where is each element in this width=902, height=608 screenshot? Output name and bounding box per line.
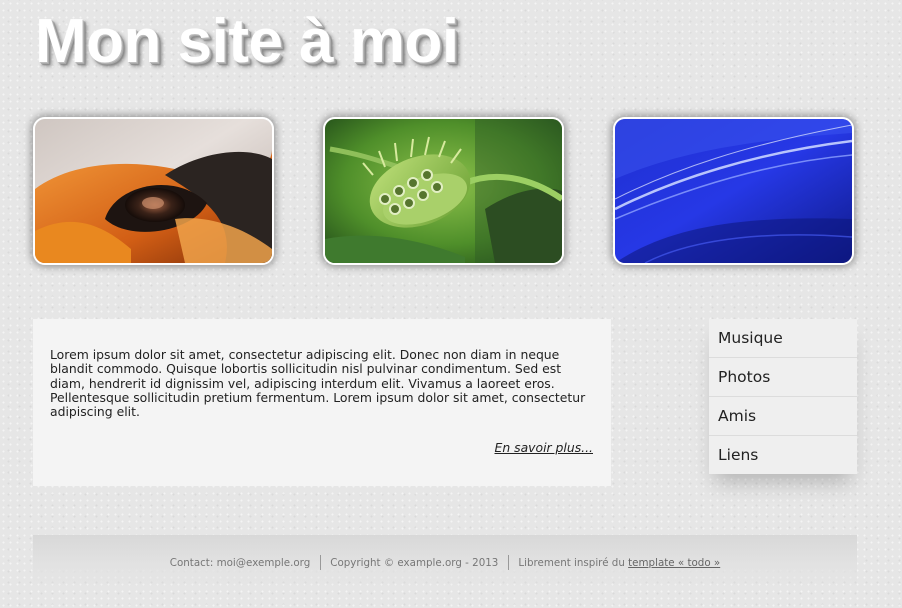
footer-copyright: Copyright © example.org - 2013	[330, 557, 499, 569]
content-box: Lorem ipsum dolor sit amet, consectetur …	[33, 319, 611, 486]
footer-contact: Contact: moi@exemple.org	[169, 557, 311, 569]
menu-item-photos[interactable]: Photos	[709, 358, 857, 397]
menu-item-liens[interactable]: Liens	[709, 436, 857, 474]
abstract-eye-image	[35, 119, 272, 263]
menu-item-amis[interactable]: Amis	[709, 397, 857, 436]
blue-waves-image	[615, 119, 852, 263]
content-paragraph: Lorem ipsum dolor sit amet, consectetur …	[50, 347, 586, 420]
menu-item-musique[interactable]: Musique	[709, 319, 857, 358]
footer-separator	[508, 555, 510, 570]
site-title: Mon site à moi	[35, 7, 459, 76]
footer: Contact: moi@exemple.org Copyright © exam…	[33, 535, 857, 589]
footer-inspired-text: Librement inspiré du	[518, 557, 629, 569]
gallery-photo-blue-waves[interactable]	[613, 117, 854, 265]
venus-flytrap-image	[325, 119, 562, 263]
read-more-link[interactable]: En savoir plus...	[495, 440, 594, 455]
footer-template-link[interactable]: template « todo »	[628, 557, 720, 569]
footer-line: Contact: moi@exemple.org Copyright © exam…	[33, 555, 857, 570]
gallery-photo-abstract-eye[interactable]	[33, 117, 274, 265]
footer-separator	[320, 555, 322, 570]
gallery-photo-venus-flytrap[interactable]	[323, 117, 564, 265]
side-menu: Musique Photos Amis Liens	[709, 319, 857, 474]
